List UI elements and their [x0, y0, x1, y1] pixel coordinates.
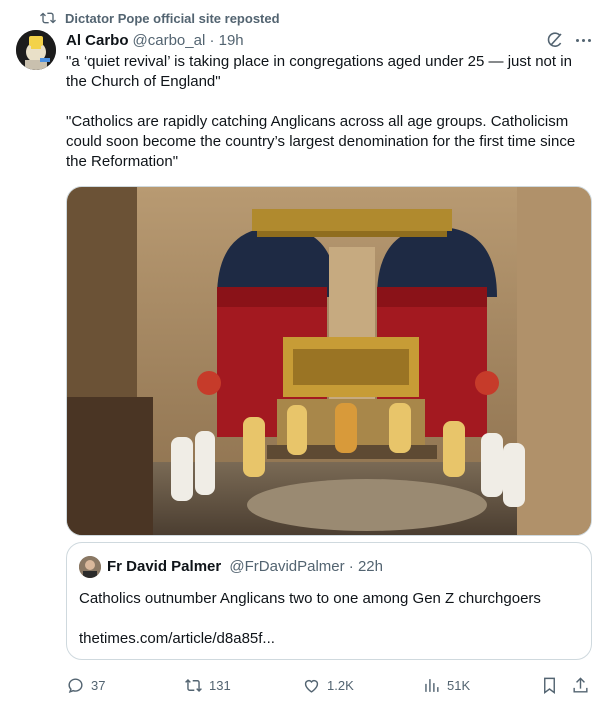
avatar-image — [16, 30, 56, 70]
quoted-avatar[interactable] — [79, 556, 101, 578]
repost-count: 131 — [209, 677, 231, 693]
action-bar: 37 131 1.2K 51K — [66, 674, 592, 696]
author-handle-time[interactable]: @carbo_al · 19h — [133, 32, 244, 49]
repost-button[interactable]: 131 — [184, 674, 231, 696]
repost-icon — [40, 12, 56, 24]
grok-icon[interactable] — [546, 31, 564, 49]
reply-button[interactable]: 37 — [66, 674, 105, 696]
bookmark-button[interactable] — [540, 674, 559, 696]
repost-icon — [185, 678, 202, 692]
share-button[interactable] — [571, 674, 590, 696]
repost-indicator[interactable]: Dictator Pope official site reposted — [40, 9, 280, 27]
quoted-handle-time[interactable]: @FrDavidPalmer · 22h — [229, 558, 383, 575]
quoted-tweet[interactable]: Fr David Palmer @FrDavidPalmer · 22h Cat… — [66, 542, 592, 660]
author-name[interactable]: Al Carbo — [66, 32, 129, 49]
repost-text: Dictator Pope official site reposted — [65, 10, 280, 26]
quoted-avatar-image — [79, 556, 101, 578]
avatar[interactable] — [16, 30, 56, 70]
tweet-paragraph: "Catholics are rapidly catching Anglican… — [66, 113, 576, 170]
quoted-link[interactable]: thetimes.com/article/d8a85f... — [79, 629, 275, 649]
tweet-text: "a ‘quiet revival’ is taking place in co… — [66, 52, 596, 172]
analytics-icon — [425, 678, 439, 692]
tweet-header: Al Carbo @carbo_al · 19h — [66, 30, 244, 50]
heart-icon — [304, 679, 319, 693]
quoted-header: Fr David Palmer @FrDavidPalmer · 22h — [107, 558, 383, 575]
tweet-paragraph: "a ‘quiet revival’ is taking place in co… — [66, 53, 572, 90]
tweet-media-photo[interactable] — [66, 186, 592, 536]
like-count: 1.2K — [327, 677, 354, 693]
like-button[interactable]: 1.2K — [302, 674, 354, 696]
views-button[interactable]: 51K — [422, 674, 470, 696]
reply-icon — [68, 677, 83, 693]
more-options-icon[interactable] — [573, 31, 593, 49]
bookmark-icon — [544, 677, 555, 694]
quoted-author-name[interactable]: Fr David Palmer — [107, 558, 221, 575]
church-interior-photo — [67, 187, 591, 535]
share-icon — [573, 676, 588, 693]
reply-count: 37 — [91, 677, 106, 693]
quoted-text: Catholics outnumber Anglicans two to one… — [79, 590, 541, 607]
views-count: 51K — [447, 677, 471, 693]
